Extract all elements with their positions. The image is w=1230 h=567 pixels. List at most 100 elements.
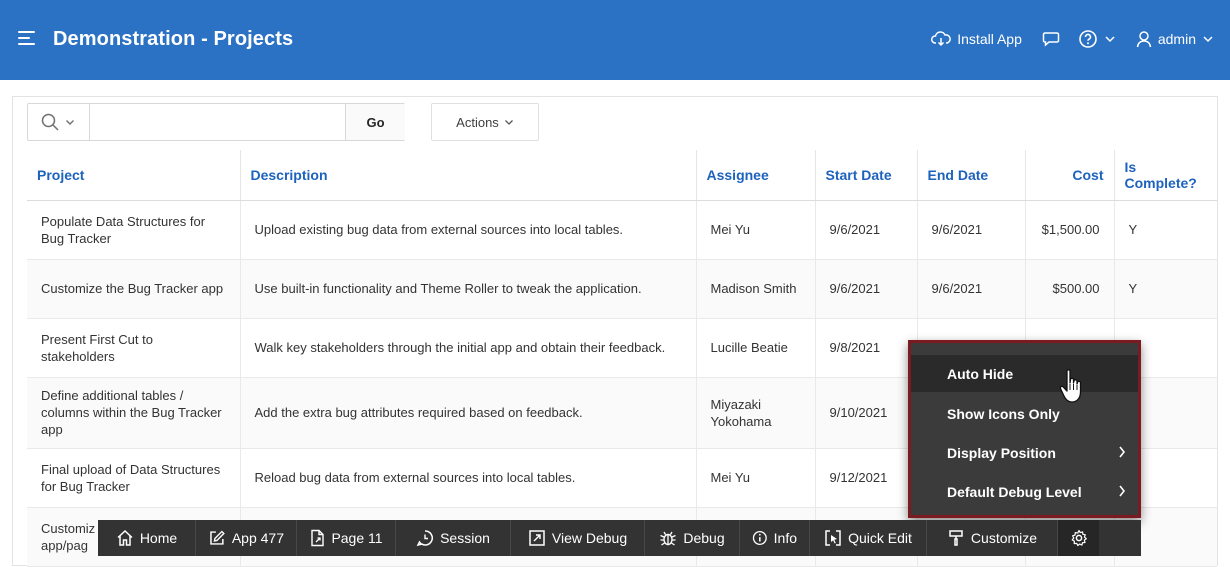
session-icon xyxy=(416,530,434,547)
menu-item-label: Display Position xyxy=(947,444,1056,461)
chevron-down-icon xyxy=(1105,36,1115,43)
dev-page-button[interactable]: Page 11 xyxy=(297,520,396,556)
chat-bubble-icon xyxy=(1042,32,1060,47)
dev-quick-edit-label: Quick Edit xyxy=(848,530,912,546)
edit-app-icon xyxy=(210,530,225,545)
dev-view-debug-label: View Debug xyxy=(551,530,628,546)
cell-assignee: Mei Yu xyxy=(696,200,816,260)
column-header-is-complete[interactable]: Is Complete? xyxy=(1114,150,1217,201)
gear-icon xyxy=(1071,529,1087,547)
view-debug-icon xyxy=(529,530,545,546)
cloud-download-icon xyxy=(931,31,952,47)
cell-project: Customize the Bug Tracker app xyxy=(27,259,241,319)
dev-info-button[interactable]: Info xyxy=(740,520,810,556)
cell-start-date: 9/8/2021 xyxy=(815,318,918,378)
dev-page-label: Page 11 xyxy=(331,530,383,546)
cell-project-text-fragment: app/pag xyxy=(41,537,88,553)
chevron-right-icon xyxy=(1119,446,1126,458)
cell-start-date: 9/12/2021 xyxy=(815,448,918,508)
cell-description: Upload existing bug data from external s… xyxy=(240,200,697,260)
dev-quick-edit-button[interactable]: Quick Edit xyxy=(810,520,927,556)
column-header-assignee[interactable]: Assignee xyxy=(696,150,816,201)
quick-edit-icon xyxy=(825,530,841,546)
column-header-project[interactable]: Project xyxy=(27,150,241,201)
menu-item-display-position[interactable]: Display Position xyxy=(911,434,1138,471)
search-input[interactable] xyxy=(91,104,344,140)
info-icon xyxy=(752,531,767,545)
cell-end-date: 9/6/2021 xyxy=(917,259,1026,319)
cell-description: Reload bug data from external sources in… xyxy=(240,448,697,508)
search-bar: Go xyxy=(27,103,405,141)
dev-customize-button[interactable]: Customize xyxy=(927,520,1058,556)
cell-end-date: 9/6/2021 xyxy=(917,200,1026,260)
app-title: Demonstration - Projects xyxy=(53,28,294,50)
install-app-label: Install App xyxy=(957,31,1022,47)
cell-project: Define additional tables / columns withi… xyxy=(27,377,241,449)
navigation-bar: Install App admin xyxy=(915,27,1214,51)
home-icon xyxy=(117,529,133,546)
user-icon xyxy=(1136,31,1152,48)
column-header-description[interactable]: Description xyxy=(240,150,697,201)
dev-home-button[interactable]: Home xyxy=(98,520,196,556)
feedback-button[interactable] xyxy=(1042,31,1060,47)
hand-pointer-cursor-icon xyxy=(1059,369,1082,403)
cell-is-complete: Y xyxy=(1114,200,1217,260)
help-circle-icon xyxy=(1079,30,1097,48)
go-button[interactable]: Go xyxy=(345,104,405,140)
cell-project: Final upload of Data Structures for Bug … xyxy=(27,448,241,508)
hamburger-menu-icon[interactable] xyxy=(18,30,36,46)
install-app-link[interactable]: Install App xyxy=(931,31,1022,47)
table-row: Populate Data Structures for Bug Tracker… xyxy=(27,200,1217,260)
cell-cost: $500.00 xyxy=(1025,259,1115,319)
search-icon xyxy=(41,113,59,131)
cell-assignee: Madison Smith xyxy=(696,259,816,319)
chevron-down-icon xyxy=(66,119,74,125)
cell-project: Populate Data Structures for Bug Tracker xyxy=(27,200,241,260)
developer-toolbar-options-menu: Auto Hide Show Icons Only Display Positi… xyxy=(908,340,1141,518)
cell-assignee: Lucille Beatie xyxy=(696,318,816,378)
cell-is-complete: Y xyxy=(1114,259,1217,319)
dev-customize-label: Customize xyxy=(970,530,1038,546)
table-header-row: Project Description Assignee Start Date … xyxy=(27,150,1217,201)
menu-item-label: Show Icons Only xyxy=(947,405,1060,422)
username-label: admin xyxy=(1157,31,1196,47)
menu-item-label: Auto Hide xyxy=(947,365,1014,382)
dev-session-label: Session xyxy=(440,530,490,546)
cell-description: Add the extra bug attributes required ba… xyxy=(240,377,697,449)
menu-item-label: Default Debug Level xyxy=(947,483,1082,500)
search-column-button[interactable] xyxy=(28,104,90,140)
chevron-right-icon xyxy=(1119,485,1126,497)
developer-toolbar: Home App 477 Page 11 Session View Debug xyxy=(98,520,1141,556)
customize-icon xyxy=(949,530,963,546)
dev-app-label: App 477 xyxy=(231,530,284,546)
chevron-down-icon xyxy=(1203,36,1213,43)
column-header-cost[interactable]: Cost xyxy=(1025,150,1115,201)
menu-item-default-debug-level[interactable]: Default Debug Level xyxy=(911,473,1138,510)
debug-icon xyxy=(660,531,677,546)
dev-info-label: Info xyxy=(773,530,797,546)
table-row: Customize the Bug Tracker app Use built-… xyxy=(27,259,1217,319)
menu-item-auto-hide[interactable]: Auto Hide xyxy=(911,355,1138,392)
dev-app-button[interactable]: App 477 xyxy=(196,520,297,556)
actions-menu-button[interactable]: Actions xyxy=(431,103,539,141)
cell-description: Walk key stakeholders through the initia… xyxy=(240,318,697,378)
cell-project: Present First Cut to stakeholders xyxy=(27,318,241,378)
menu-item-show-icons-only[interactable]: Show Icons Only xyxy=(911,395,1138,432)
column-header-end-date[interactable]: End Date xyxy=(917,150,1026,201)
app-header: Demonstration - Projects Install App adm… xyxy=(0,0,1230,80)
column-header-start-date[interactable]: Start Date xyxy=(815,150,918,201)
dev-session-button[interactable]: Session xyxy=(396,520,511,556)
dev-debug-button[interactable]: Debug xyxy=(645,520,740,556)
chevron-down-icon xyxy=(504,119,513,125)
cell-start-date: 9/6/2021 xyxy=(815,259,918,319)
cell-assignee: Mei Yu xyxy=(696,448,816,508)
cell-project-text: Customiz xyxy=(41,520,96,536)
dev-view-debug-button[interactable]: View Debug xyxy=(511,520,645,556)
dev-debug-label: Debug xyxy=(683,530,725,546)
dev-options-button[interactable] xyxy=(1058,520,1099,556)
help-menu-button[interactable] xyxy=(1078,29,1116,49)
actions-label: Actions xyxy=(456,114,499,130)
user-menu-button[interactable]: admin xyxy=(1136,30,1214,48)
page-icon xyxy=(311,529,325,547)
cell-cost: $1,500.00 xyxy=(1025,200,1115,260)
